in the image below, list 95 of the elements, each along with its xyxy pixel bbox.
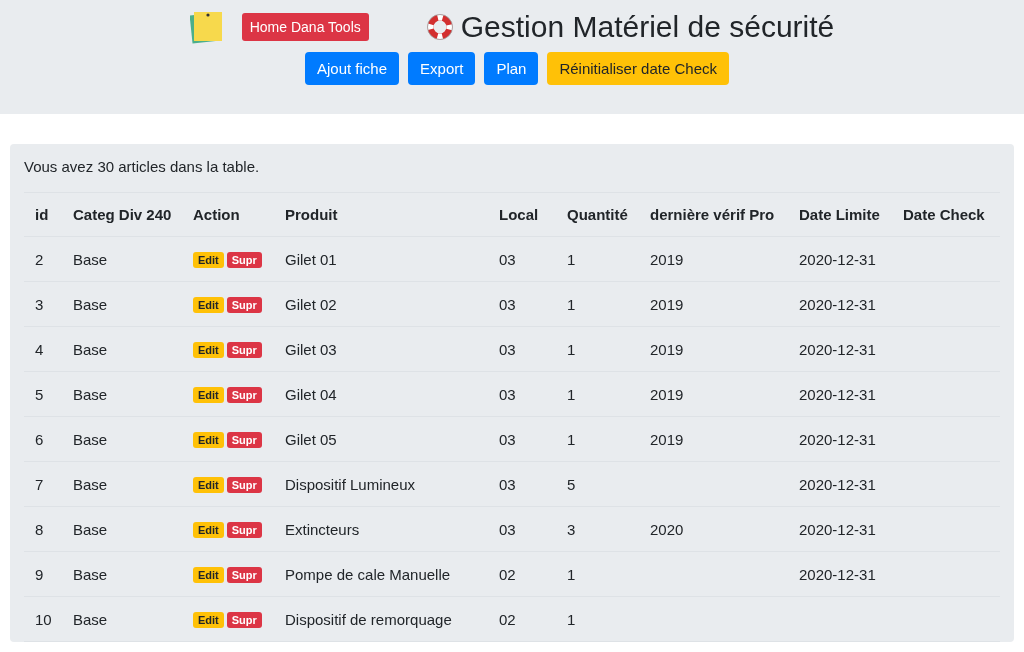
column-header: Categ Div 240 xyxy=(62,192,182,237)
article-count: Vous avez 30 articles dans la table. xyxy=(24,158,261,176)
table-cell: 03 xyxy=(488,461,556,507)
table-cell: 2020-12-31 xyxy=(788,236,892,282)
delete-button[interactable]: Supr xyxy=(226,297,262,313)
table-cell: 2020-12-31 xyxy=(788,371,892,417)
table-cell: 2020-12-31 xyxy=(788,281,892,327)
table-cell: 2019 xyxy=(639,281,788,327)
toolbar-button[interactable]: Réinitialiser date Check xyxy=(547,52,729,85)
table-cell: Base xyxy=(62,236,182,282)
table-cell: Base xyxy=(62,596,182,642)
column-header: Produit xyxy=(274,192,488,237)
edit-button[interactable]: Edit xyxy=(193,522,224,538)
toolbar-button[interactable]: Export xyxy=(408,52,476,85)
delete-button[interactable]: Supr xyxy=(226,477,262,493)
table-cell: 1 xyxy=(556,326,639,372)
table-cell: 02 xyxy=(488,596,556,642)
column-header: Local xyxy=(488,192,556,237)
table-cell: 10 xyxy=(24,596,62,642)
table-cell: Gilet 05 xyxy=(274,416,488,462)
table-cell: 5 xyxy=(556,461,639,507)
edit-button[interactable]: Edit xyxy=(193,342,224,358)
table-cell: 1 xyxy=(556,236,639,282)
table-cell: 8 xyxy=(24,506,62,552)
table-cell: Dispositif de remorquage xyxy=(274,596,488,642)
table-cell: 2019 xyxy=(639,371,788,417)
toolbar-button[interactable]: Ajout fiche xyxy=(305,52,400,85)
delete-button[interactable]: Supr xyxy=(226,342,262,358)
table-cell: Gilet 04 xyxy=(274,371,488,417)
edit-button[interactable]: Edit xyxy=(193,297,224,313)
table-cell: 1 xyxy=(556,281,639,327)
table-cell: Base xyxy=(62,281,182,327)
table-cell: 2 xyxy=(24,236,62,282)
delete-button[interactable]: Supr xyxy=(226,567,262,583)
table-cell: 03 xyxy=(488,371,556,417)
delete-button[interactable]: Supr xyxy=(226,252,262,268)
table-cell: 2019 xyxy=(639,326,788,372)
table-cell: 6 xyxy=(24,416,62,462)
home-button[interactable]: Home Dana Tools xyxy=(241,13,369,41)
edit-button[interactable]: Edit xyxy=(193,477,224,493)
column-header: dernière vérif Pro xyxy=(639,192,788,237)
table-cell: 2020-12-31 xyxy=(788,551,892,597)
table-cell: 03 xyxy=(488,506,556,552)
table-cell: 1 xyxy=(556,416,639,462)
table-cell: Gilet 01 xyxy=(274,236,488,282)
table-cell: Gilet 03 xyxy=(274,326,488,372)
table-cell: Base xyxy=(62,371,182,417)
table-cell: 03 xyxy=(488,236,556,282)
edit-button[interactable]: Edit xyxy=(193,252,224,268)
table-cell: 1 xyxy=(556,551,639,597)
table-cell: Extincteurs xyxy=(274,506,488,552)
table-cell: 2019 xyxy=(639,416,788,462)
column-header: Action xyxy=(182,192,274,237)
delete-button[interactable]: Supr xyxy=(226,612,262,628)
table-cell: 2020-12-31 xyxy=(788,416,892,462)
table-cell: 5 xyxy=(24,371,62,417)
table-cell: 1 xyxy=(556,596,639,642)
table-cell: 2020-12-31 xyxy=(788,326,892,372)
table-cell: Pompe de cale Manuelle xyxy=(274,551,488,597)
toolbar-button[interactable]: Plan xyxy=(484,52,539,85)
table-cell: 2020 xyxy=(639,506,788,552)
column-header: Quantité xyxy=(556,192,639,237)
edit-button[interactable]: Edit xyxy=(193,387,224,403)
column-header: id xyxy=(24,192,62,237)
table-cell: Dispositif Lumineux xyxy=(274,461,488,507)
table-cell: Base xyxy=(62,416,182,462)
table-cell: 03 xyxy=(488,326,556,372)
table-cell: Base xyxy=(62,326,182,372)
edit-button[interactable]: Edit xyxy=(193,432,224,448)
table-cell: Base xyxy=(62,506,182,552)
column-header: Date Check xyxy=(892,192,1000,237)
table-cell: Base xyxy=(62,551,182,597)
table-cell: 4 xyxy=(24,326,62,372)
edit-button[interactable]: Edit xyxy=(193,612,224,628)
table-cell: 3 xyxy=(556,506,639,552)
table-cell: 2020-12-31 xyxy=(788,506,892,552)
table-cell: 2019 xyxy=(639,236,788,282)
table-cell: 1 xyxy=(556,371,639,417)
lifebuoy-icon xyxy=(426,14,453,40)
table-cell: 2020-12-31 xyxy=(788,461,892,507)
table-cell: 3 xyxy=(24,281,62,327)
sticky-note-icon xyxy=(189,10,224,44)
table-cell: Gilet 02 xyxy=(274,281,488,327)
table-cell: Base xyxy=(62,461,182,507)
edit-button[interactable]: Edit xyxy=(193,567,224,583)
delete-button[interactable]: Supr xyxy=(226,522,262,538)
table-cell: 7 xyxy=(24,461,62,507)
column-header: Date Limite xyxy=(788,192,892,237)
delete-button[interactable]: Supr xyxy=(226,387,262,403)
table-cell: 02 xyxy=(488,551,556,597)
table-cell: 03 xyxy=(488,416,556,462)
page-title: Gestion Matériel de sécurité xyxy=(460,9,835,45)
table-cell: 03 xyxy=(488,281,556,327)
table-cell: 9 xyxy=(24,551,62,597)
delete-button[interactable]: Supr xyxy=(226,432,262,448)
